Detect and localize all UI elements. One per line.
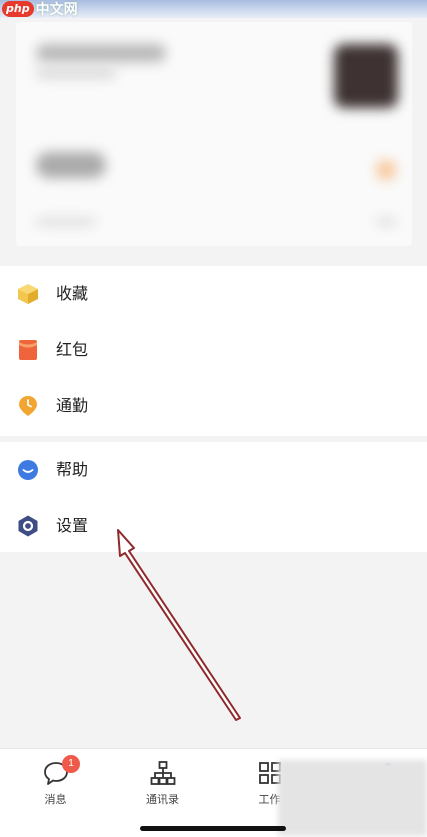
- avatar[interactable]: [334, 44, 398, 108]
- blurred-corner-mosaic: [278, 760, 427, 836]
- tab-label-messages: 消息: [44, 793, 67, 806]
- blurred-line-left: [36, 218, 96, 226]
- menu-section-secondary: 帮助 设置: [0, 442, 427, 552]
- watermark-site: 中文网: [35, 2, 78, 18]
- menu-label-favorites: 收藏: [56, 284, 89, 303]
- home-indicator[interactable]: [140, 826, 286, 831]
- menu-item-settings[interactable]: 设置: [0, 498, 427, 554]
- help-chat-icon: [16, 458, 40, 482]
- blurred-status-pill: [36, 152, 106, 178]
- blurred-dot: [376, 160, 396, 180]
- watermark-php: php: [2, 1, 34, 17]
- location-clock-icon: [16, 394, 40, 418]
- tab-messages[interactable]: 1 消息: [2, 749, 109, 837]
- menu-item-commute[interactable]: 通勤: [0, 378, 427, 434]
- tab-contacts[interactable]: 通讯录: [109, 749, 216, 837]
- tab-label-contacts: 通讯录: [146, 793, 179, 806]
- menu-label-red-packet: 红包: [56, 340, 89, 359]
- settings-hexagon-icon: [16, 514, 40, 538]
- menu-item-help[interactable]: 帮助: [0, 442, 427, 498]
- box-icon: [16, 282, 40, 306]
- menu-section-primary: 收藏 红包 通勤: [0, 266, 427, 436]
- red-envelope-icon: [16, 338, 40, 362]
- menu-label-commute: 通勤: [56, 396, 89, 415]
- blurred-user-name: [36, 44, 166, 62]
- messages-badge: 1: [62, 755, 80, 773]
- menu-item-favorites[interactable]: 收藏: [0, 266, 427, 322]
- profile-card-blurred[interactable]: [16, 22, 412, 246]
- menu-label-help: 帮助: [56, 460, 89, 479]
- menu-label-settings: 设置: [56, 516, 89, 535]
- watermark-logo: php 中文网: [2, 0, 78, 18]
- menu-item-red-packet[interactable]: 红包: [0, 322, 427, 378]
- org-chart-icon: [149, 759, 177, 787]
- blurred-user-subtitle: [36, 68, 116, 78]
- blurred-line-right: [376, 218, 396, 226]
